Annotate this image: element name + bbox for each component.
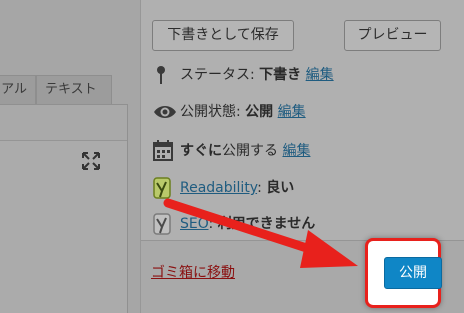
publish-button[interactable]: 公開 bbox=[384, 257, 442, 289]
status-value: 下書き bbox=[259, 67, 302, 83]
editor-content-frame[interactable] bbox=[0, 104, 128, 313]
publish-panel: 下書きとして保存 プレビュー ステータス: 下書き 編集 公開状態: 公開 編集 bbox=[140, 0, 464, 313]
editor-tab-bar: アル テキスト bbox=[0, 75, 128, 105]
seo-value: 利用できません bbox=[217, 216, 316, 232]
fullscreen-icon[interactable] bbox=[82, 152, 100, 170]
status-edit-link[interactable]: 編集 bbox=[306, 67, 334, 83]
readability-separator: : bbox=[257, 180, 267, 196]
seo-separator: : bbox=[208, 216, 218, 232]
readability-link[interactable]: Readability bbox=[180, 180, 257, 196]
move-to-trash-link[interactable]: ゴミ箱に移動 bbox=[151, 262, 235, 282]
schedule-suffix: 公開する bbox=[222, 143, 278, 159]
editor-toolbar bbox=[0, 105, 127, 141]
pin-icon bbox=[157, 66, 165, 84]
tab-visual[interactable]: アル bbox=[0, 75, 36, 105]
schedule-value: すぐに bbox=[180, 143, 222, 159]
editor-top-area bbox=[0, 0, 128, 72]
visibility-edit-link[interactable]: 編集 bbox=[278, 104, 306, 120]
publish-panel-body: 下書きとして保存 プレビュー ステータス: 下書き 編集 公開状態: 公開 編集 bbox=[141, 0, 464, 238]
yoast-icon bbox=[153, 177, 171, 199]
visibility-label: 公開状態: bbox=[180, 104, 246, 120]
readability-value: 良い bbox=[266, 180, 295, 196]
status-label: ステータス: bbox=[180, 67, 260, 83]
publish-panel-footer: ゴミ箱に移動 公開 bbox=[141, 238, 464, 313]
eye-icon bbox=[154, 106, 176, 118]
schedule-edit-link[interactable]: 編集 bbox=[282, 143, 310, 159]
preview-button[interactable]: プレビュー bbox=[344, 20, 441, 51]
seo-link[interactable]: SEO bbox=[180, 216, 209, 232]
save-draft-button[interactable]: 下書きとして保存 bbox=[152, 20, 294, 51]
yoast-icon bbox=[153, 213, 171, 235]
visibility-value: 公開 bbox=[245, 104, 274, 120]
tab-text[interactable]: テキスト bbox=[36, 75, 112, 105]
publish-highlight-box: 公開 bbox=[365, 238, 442, 308]
calendar-icon bbox=[153, 140, 173, 161]
